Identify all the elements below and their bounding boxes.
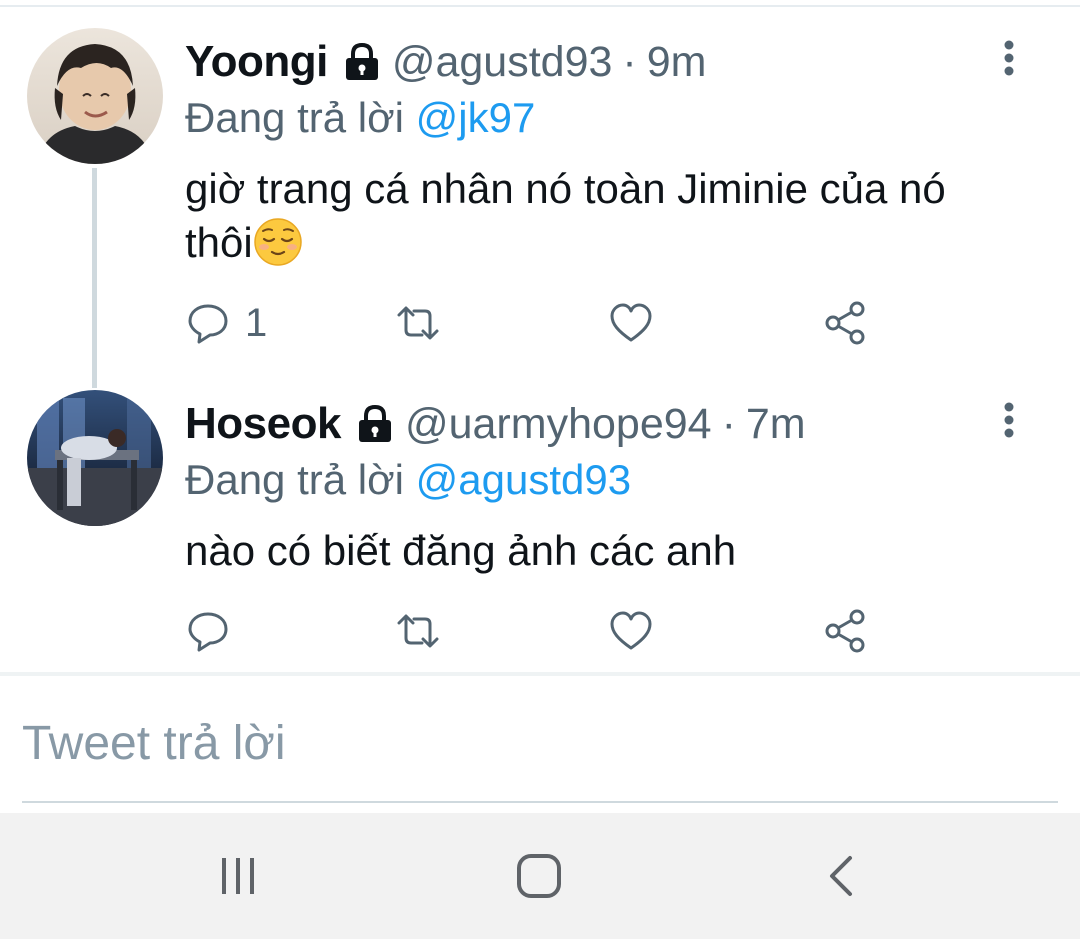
thread-connector-line [92,168,97,388]
more-vertical-icon[interactable] [992,400,1026,440]
retweet-button[interactable] [395,606,441,656]
recent-apps-button[interactable] [198,841,278,911]
profile-photo-yoongi [27,28,163,164]
reply-input-underline [22,801,1058,803]
reply-count: 1 [245,300,268,345]
replying-to-mention[interactable]: @agustd93 [416,456,631,503]
tweet-text: nào có biết đăng ảnh các anh [185,524,1005,578]
share-button[interactable] [823,298,869,348]
timestamp[interactable]: 9m [647,38,707,87]
tweet-text: giờ trang cá nhân nó toàn Jiminie của nó… [185,162,1005,270]
separator-dot: · [622,37,637,86]
retweet-icon [397,306,439,340]
reply-tweet-input[interactable] [22,708,1058,778]
avatar-yoongi[interactable] [27,28,163,164]
reply-thread-screen: Yoongi @agustd93 · 9m Đang trả lời @jk97… [0,0,1080,939]
display-name[interactable]: Yoongi [185,37,328,87]
tweet-header: Hoseok @uarmyhope94 · 7m [185,398,806,450]
tweet-1[interactable]: Yoongi @agustd93 · 9m Đang trả lời @jk97… [0,0,1080,388]
tweet-actions [185,606,905,656]
share-button[interactable] [823,606,869,656]
tweet-text-body: nào có biết đăng ảnh các anh [185,527,737,574]
relieved-face-emoji [253,217,303,267]
lock-icon [353,402,397,446]
comment-icon [188,612,228,652]
reply-button[interactable] [185,606,231,656]
like-button[interactable] [608,298,654,348]
share-icon [825,609,865,653]
handle[interactable]: @agustd93 [392,38,613,87]
back-button[interactable] [802,841,882,911]
tweet-2[interactable]: Hoseok @uarmyhope94 · 7m Đang trả lời @a… [0,380,1080,672]
profile-photo-hoseok [27,390,163,526]
recent-apps-icon [222,858,254,894]
heart-icon [610,303,652,342]
tweet-header: Yoongi @agustd93 · 9m [185,36,706,88]
comment-icon [188,304,228,344]
tweet-actions: 1 [185,298,905,348]
heart-icon [610,611,652,650]
retweet-button[interactable] [395,298,441,348]
replying-to-label: Đang trả lời [185,94,404,141]
like-button[interactable] [608,606,654,656]
back-icon [830,856,852,896]
separator-dot: · [721,399,736,448]
reply-button[interactable]: 1 [185,298,267,348]
more-vertical-icon[interactable] [992,38,1026,78]
replying-to-mention[interactable]: @jk97 [416,94,536,141]
timestamp[interactable]: 7m [746,400,806,449]
handle[interactable]: @uarmyhope94 [405,400,712,449]
replying-to: Đang trả lời @agustd93 [185,456,631,504]
home-button[interactable] [499,841,579,911]
display-name[interactable]: Hoseok [185,399,341,449]
system-navigation-bar [0,813,1080,939]
share-icon [825,301,865,345]
lock-icon [340,40,384,84]
replying-to: Đang trả lời @jk97 [185,94,535,142]
home-icon [517,854,561,898]
avatar-hoseok[interactable] [27,390,163,526]
compose-divider [0,672,1080,676]
replying-to-label: Đang trả lời [185,456,404,503]
retweet-icon [397,614,439,648]
